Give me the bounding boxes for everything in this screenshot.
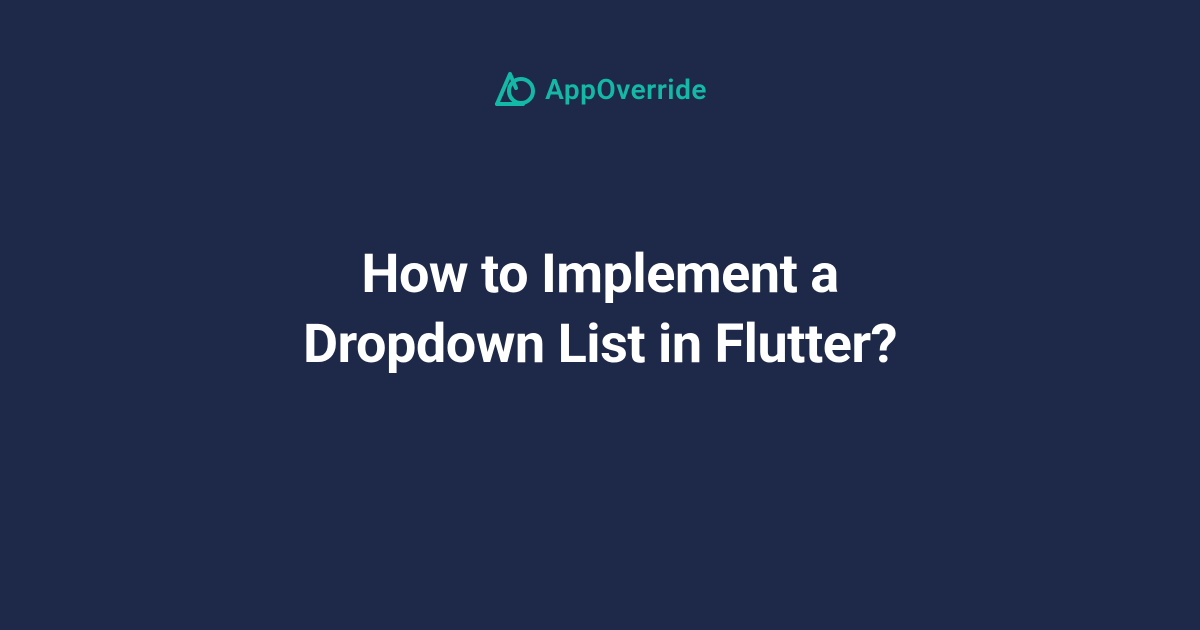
logo-icon: [493, 68, 535, 110]
title-line-1: How to Implement a: [303, 240, 897, 310]
title-line-2: Dropdown List in Flutter?: [303, 310, 897, 380]
brand-name: AppOverride: [545, 73, 707, 106]
page-title: How to Implement a Dropdown List in Flut…: [303, 240, 897, 380]
brand-logo: AppOverride: [493, 68, 707, 110]
